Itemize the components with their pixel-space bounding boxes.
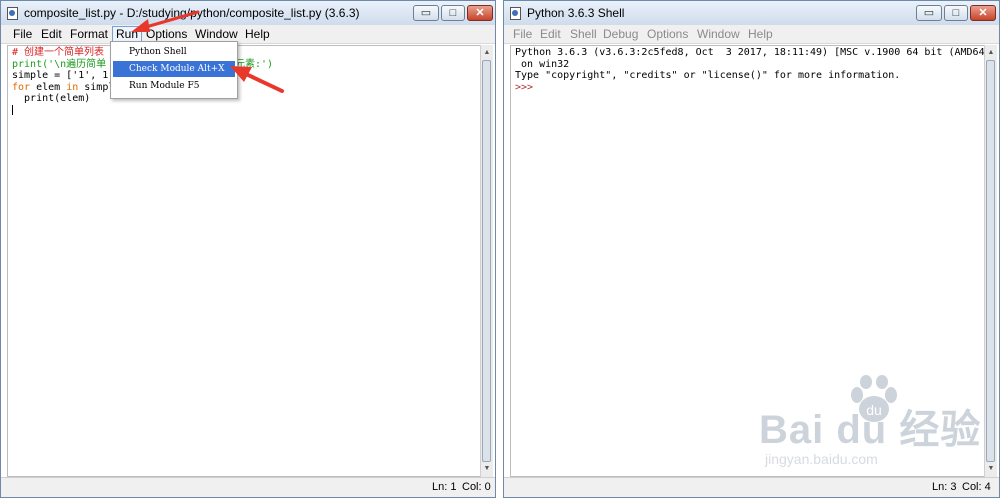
menu-item-python-shell[interactable]: Python Shell (113, 44, 235, 60)
scroll-down-arrow-icon[interactable]: ▼ (482, 463, 492, 475)
run-menu-dropdown: Python Shell Check Module Alt+X Run Modu… (110, 41, 238, 99)
editor-statusbar: Ln: 1 Col: 0 (1, 477, 495, 497)
scroll-thumb[interactable] (482, 60, 491, 462)
menu-options[interactable]: Options (643, 26, 692, 42)
shell-platform-line: on win32 (515, 58, 570, 70)
close-button[interactable]: ✕ (467, 5, 493, 21)
menu-item-run-module[interactable]: Run Module F5 (113, 78, 235, 94)
watermark-brand: Bai du 经验 (759, 408, 982, 452)
code-for-var: elem (30, 81, 67, 93)
maximize-button[interactable]: □ (441, 5, 465, 21)
shell-info-line: Type "copyright", "credits" or "license(… (515, 70, 901, 81)
code-simple-assign: simple = ['1', 1, (12, 70, 115, 81)
code-print-tail: 元素:') (235, 59, 274, 70)
editor-scrollbar[interactable]: ▲ ▼ (480, 45, 493, 477)
code-comment: # 创建一个简单列表 (12, 47, 105, 58)
status-line: Ln: 1 (432, 481, 457, 493)
code-print-elem: print(elem) (12, 93, 91, 104)
python-shell-icon (510, 7, 521, 20)
code-print-line: print('\n遍历简单 (12, 58, 107, 70)
code-kw-in: in (66, 81, 79, 93)
python-file-icon (7, 7, 18, 20)
baidu-watermark: du Bai du 经验 jingyan.baidu.com (759, 375, 987, 472)
menu-shell[interactable]: Shell (566, 26, 601, 42)
editor-title: composite_list.py - D:/studying/python/c… (24, 6, 360, 20)
menu-item-check-module[interactable]: Check Module Alt+X (113, 61, 235, 77)
menu-file[interactable]: File (9, 26, 36, 42)
shell-title: Python 3.6.3 Shell (527, 6, 625, 20)
code-editor[interactable]: # 创建一个简单列表 print('\n遍历简单 simple = ['1', … (7, 45, 481, 477)
shell-menubar: File Edit Shell Debug Options Window Hel… (504, 25, 999, 44)
menu-window[interactable]: Window (693, 26, 744, 42)
shell-window: Python 3.6.3 Shell ▭ □ ✕ File Edit Shell… (503, 0, 1000, 498)
editor-titlebar[interactable]: composite_list.py - D:/studying/python/c… (1, 1, 495, 25)
menu-edit[interactable]: Edit (536, 26, 565, 42)
maximize-button[interactable]: □ (944, 5, 968, 21)
minimize-button[interactable]: ▭ (413, 5, 439, 21)
shell-banner-line: Python 3.6.3 (v3.6.3:2c5fed8, Oct 3 2017… (515, 47, 997, 58)
scroll-up-arrow-icon[interactable]: ▲ (986, 47, 996, 59)
menu-run[interactable]: Run (112, 26, 143, 42)
shell-text[interactable]: Python 3.6.3 (v3.6.3:2c5fed8, Oct 3 2017… (511, 46, 997, 94)
scroll-down-arrow-icon[interactable]: ▼ (986, 463, 996, 475)
text-cursor (12, 104, 13, 115)
minimize-button[interactable]: ▭ (916, 5, 942, 21)
menu-help[interactable]: Help (744, 26, 777, 42)
code-for-iter: simpl (78, 81, 115, 93)
status-line: Ln: 3 (932, 481, 957, 493)
status-col: Col: 0 (462, 481, 491, 493)
editor-window: composite_list.py - D:/studying/python/c… (0, 0, 496, 498)
menu-options[interactable]: Options (142, 26, 191, 42)
watermark-url: jingyan.baidu.com (765, 451, 878, 467)
scroll-thumb[interactable] (986, 60, 995, 462)
status-col: Col: 4 (962, 481, 991, 493)
menu-edit[interactable]: Edit (37, 26, 66, 42)
shell-prompt: >>> (515, 81, 534, 93)
shell-titlebar[interactable]: Python 3.6.3 Shell ▭ □ ✕ (504, 1, 999, 25)
menu-format[interactable]: Format (66, 26, 112, 42)
shell-statusbar: Ln: 3 Col: 4 (504, 477, 999, 497)
editor-menubar: File Edit Format Run Options Window Help (1, 25, 495, 44)
menu-debug[interactable]: Debug (599, 26, 642, 42)
menu-window[interactable]: Window (191, 26, 242, 42)
code-kw-for: for (12, 81, 31, 93)
menu-file[interactable]: File (509, 26, 536, 42)
menu-help[interactable]: Help (241, 26, 274, 42)
scroll-up-arrow-icon[interactable]: ▲ (482, 47, 492, 59)
close-button[interactable]: ✕ (970, 5, 996, 21)
